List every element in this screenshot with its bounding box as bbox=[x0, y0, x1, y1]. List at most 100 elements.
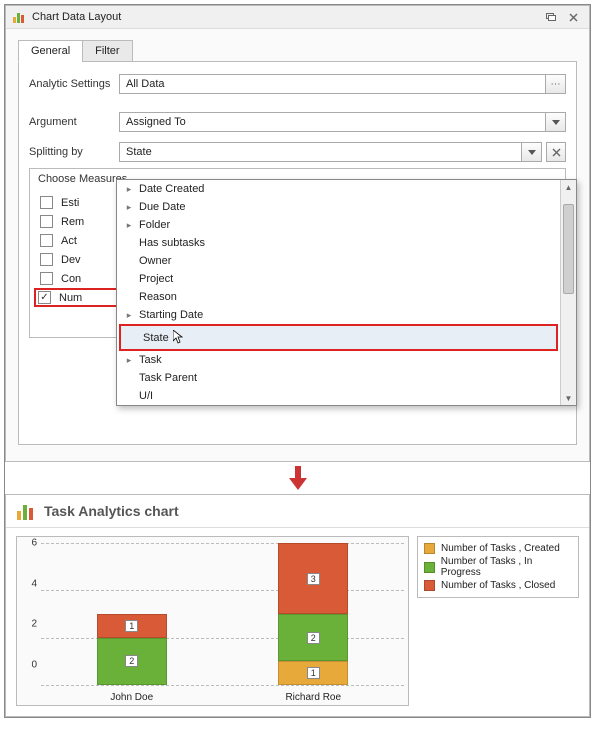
splitting-by-label: Splitting by bbox=[29, 146, 119, 158]
measure-checkbox[interactable] bbox=[40, 253, 53, 266]
analytic-settings-input[interactable]: All Data bbox=[119, 74, 546, 94]
bar-value-label: 2 bbox=[125, 655, 138, 667]
chart-data-layout-dialog: Chart Data Layout General Filter Analyti… bbox=[5, 5, 590, 462]
expand-icon: ▸ bbox=[123, 220, 135, 231]
measure-checkbox[interactable] bbox=[40, 215, 53, 228]
scroll-up-icon[interactable]: ▲ bbox=[561, 180, 576, 194]
dropdown-item[interactable]: State bbox=[119, 324, 558, 351]
chart-icon bbox=[12, 10, 26, 24]
bar-value-label: 2 bbox=[307, 632, 320, 644]
dropdown-item-label: Starting Date bbox=[139, 309, 203, 321]
legend-swatch bbox=[424, 543, 435, 554]
restore-button[interactable] bbox=[541, 10, 561, 24]
scroll-thumb[interactable] bbox=[563, 204, 574, 294]
dropdown-item[interactable]: ▸ Starting Date bbox=[117, 306, 560, 324]
gridline bbox=[41, 685, 404, 686]
measure-checkbox[interactable] bbox=[40, 234, 53, 247]
dropdown-item[interactable]: ▸ Task bbox=[117, 351, 560, 369]
argument-select[interactable]: Assigned To bbox=[119, 112, 546, 132]
bar-stack: 1 2 3 bbox=[278, 543, 348, 685]
legend-label: Number of Tasks , Created bbox=[441, 543, 560, 554]
bar-stack: 21 bbox=[97, 543, 167, 685]
measure-checkbox[interactable] bbox=[40, 196, 53, 209]
measure-label: Esti bbox=[61, 197, 79, 209]
analytic-settings-ellipsis-button[interactable]: ⋯ bbox=[546, 74, 566, 94]
splitting-by-dropdown-button[interactable] bbox=[522, 142, 542, 162]
dropdown-item-label: Project bbox=[139, 273, 173, 285]
chart-plot-area: 0246 21123 John DoeRichard Roe bbox=[16, 536, 409, 706]
dropdown-item-label: Task bbox=[139, 354, 162, 366]
bar-segment: 2 bbox=[97, 638, 167, 685]
tab-strip: General Filter bbox=[18, 39, 577, 62]
legend-label: Number of Tasks , In Progress bbox=[441, 556, 572, 578]
dropdown-item[interactable]: Project bbox=[117, 270, 560, 288]
y-tick-label: 6 bbox=[17, 538, 41, 549]
measure-checkbox[interactable] bbox=[38, 291, 51, 304]
legend-label: Number of Tasks , Closed bbox=[441, 580, 555, 591]
dropdown-item[interactable]: Task Parent bbox=[117, 369, 560, 387]
dropdown-item-label: Date Created bbox=[139, 183, 204, 195]
expand-icon: ▸ bbox=[123, 202, 135, 213]
cursor-icon bbox=[173, 330, 185, 347]
chart-title: Task Analytics chart bbox=[44, 503, 179, 519]
dropdown-item-label: Reason bbox=[139, 291, 177, 303]
flow-arrow-icon bbox=[5, 466, 590, 490]
close-button[interactable] bbox=[563, 10, 583, 24]
legend-item: Number of Tasks , Closed bbox=[424, 580, 572, 591]
legend-item: Number of Tasks , Created bbox=[424, 543, 572, 554]
dropdown-item[interactable]: Reason bbox=[117, 288, 560, 306]
measure-label: Dev bbox=[61, 254, 81, 266]
expand-icon: ▸ bbox=[123, 355, 135, 366]
dropdown-item[interactable]: U/I bbox=[117, 387, 560, 405]
bar-chart-icon bbox=[16, 501, 36, 521]
splitting-by-clear-button[interactable] bbox=[546, 142, 566, 162]
dropdown-item-label: Folder bbox=[139, 219, 170, 231]
x-axis-label: John Doe bbox=[41, 692, 223, 703]
legend-item: Number of Tasks , In Progress bbox=[424, 556, 572, 578]
dropdown-item-label: Task Parent bbox=[139, 372, 197, 384]
splitting-by-dropdown-list[interactable]: ▸ Date Created ▸ Due Date ▸ Folder Has subtask… bbox=[116, 179, 577, 406]
bar-segment: 3 bbox=[278, 543, 348, 614]
dropdown-item-label: Due Date bbox=[139, 201, 185, 213]
legend-swatch bbox=[424, 580, 435, 591]
tab-filter[interactable]: Filter bbox=[82, 40, 132, 62]
dropdown-item-label: U/I bbox=[139, 390, 153, 402]
bar-value-label: 1 bbox=[125, 620, 138, 632]
measure-label: Act bbox=[61, 235, 77, 247]
dropdown-item[interactable]: ▸ Due Date bbox=[117, 198, 560, 216]
measure-label: Num bbox=[59, 292, 82, 304]
dropdown-item-label: Owner bbox=[139, 255, 171, 267]
dropdown-item[interactable]: Owner bbox=[117, 252, 560, 270]
y-tick-label: 4 bbox=[17, 578, 41, 589]
bar-segment: 1 bbox=[97, 614, 167, 638]
dropdown-item[interactable]: ▸ Date Created bbox=[117, 180, 560, 198]
measure-checkbox[interactable] bbox=[40, 272, 53, 285]
expand-icon: ▸ bbox=[123, 310, 135, 321]
legend-swatch bbox=[424, 562, 435, 573]
splitting-by-select[interactable]: State bbox=[119, 142, 522, 162]
dropdown-scrollbar[interactable]: ▲ ▼ bbox=[560, 180, 576, 405]
dropdown-item[interactable]: ▸ Folder bbox=[117, 216, 560, 234]
measure-label: Con bbox=[61, 273, 81, 285]
tab-general[interactable]: General bbox=[18, 40, 83, 62]
analytic-settings-label: Analytic Settings bbox=[29, 78, 119, 90]
chart-legend: Number of Tasks , Created Number of Tasks… bbox=[417, 536, 579, 598]
task-analytics-chart-panel: Task Analytics chart 0246 21123 John Doe… bbox=[5, 494, 590, 717]
bar-value-label: 3 bbox=[307, 573, 320, 585]
expand-icon: ▸ bbox=[123, 184, 135, 195]
bar-value-label: 1 bbox=[307, 667, 320, 679]
dropdown-item-label: Has subtasks bbox=[139, 237, 205, 249]
dialog-title: Chart Data Layout bbox=[32, 11, 539, 23]
dropdown-item[interactable]: Has subtasks bbox=[117, 234, 560, 252]
x-axis-label: Richard Roe bbox=[223, 692, 405, 703]
measure-label: Rem bbox=[61, 216, 84, 228]
argument-label: Argument bbox=[29, 116, 119, 128]
argument-dropdown-button[interactable] bbox=[546, 112, 566, 132]
bar-segment: 2 bbox=[278, 614, 348, 661]
dropdown-item-label: State bbox=[143, 332, 169, 344]
y-tick-label: 2 bbox=[17, 619, 41, 630]
y-tick-label: 0 bbox=[17, 660, 41, 671]
scroll-down-icon[interactable]: ▼ bbox=[561, 391, 576, 405]
titlebar: Chart Data Layout bbox=[6, 6, 589, 29]
bar-segment: 1 bbox=[278, 661, 348, 685]
